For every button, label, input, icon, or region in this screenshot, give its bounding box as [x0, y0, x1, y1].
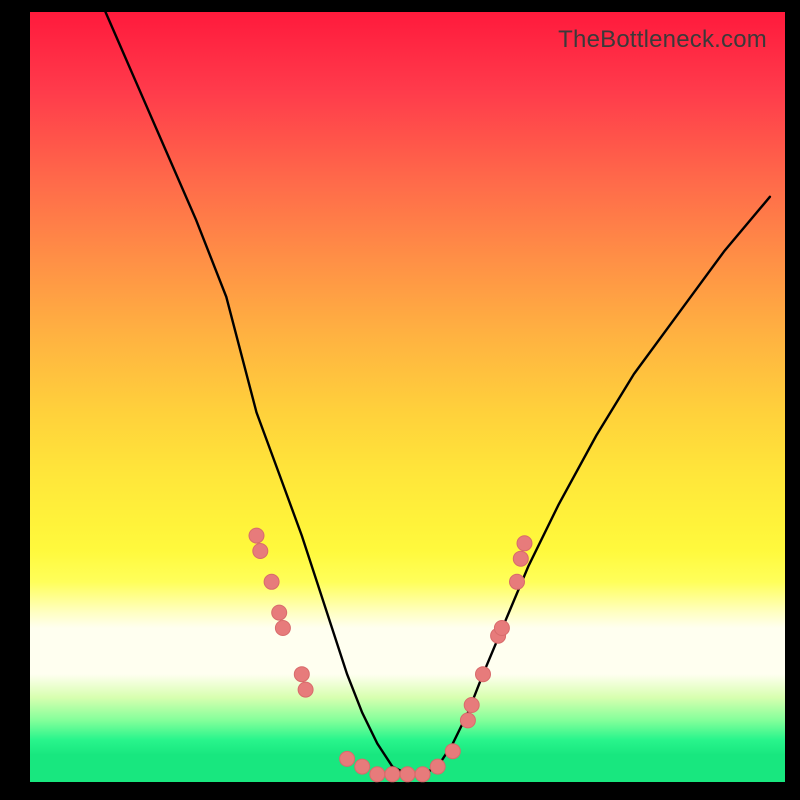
data-marker: [249, 528, 264, 543]
data-marker: [294, 667, 309, 682]
data-marker: [430, 759, 445, 774]
data-marker: [510, 574, 525, 589]
data-marker: [264, 574, 279, 589]
chart-svg: [30, 12, 785, 782]
data-marker: [513, 551, 528, 566]
data-marker: [340, 751, 355, 766]
data-marker: [445, 744, 460, 759]
data-marker: [298, 682, 313, 697]
data-marker: [517, 536, 532, 551]
plot-area: TheBottleneck.com: [30, 12, 785, 782]
data-marker: [370, 767, 385, 782]
data-marker: [253, 544, 268, 559]
data-marker: [275, 621, 290, 636]
data-markers: [249, 528, 532, 782]
data-marker: [272, 605, 287, 620]
data-marker: [385, 767, 400, 782]
data-marker: [476, 667, 491, 682]
data-marker: [464, 698, 479, 713]
data-marker: [460, 713, 475, 728]
data-marker: [400, 767, 415, 782]
data-marker: [415, 767, 430, 782]
data-marker: [355, 759, 370, 774]
bottleneck-curve: [106, 12, 770, 774]
data-marker: [494, 621, 509, 636]
chart-stage: TheBottleneck.com: [0, 0, 800, 800]
